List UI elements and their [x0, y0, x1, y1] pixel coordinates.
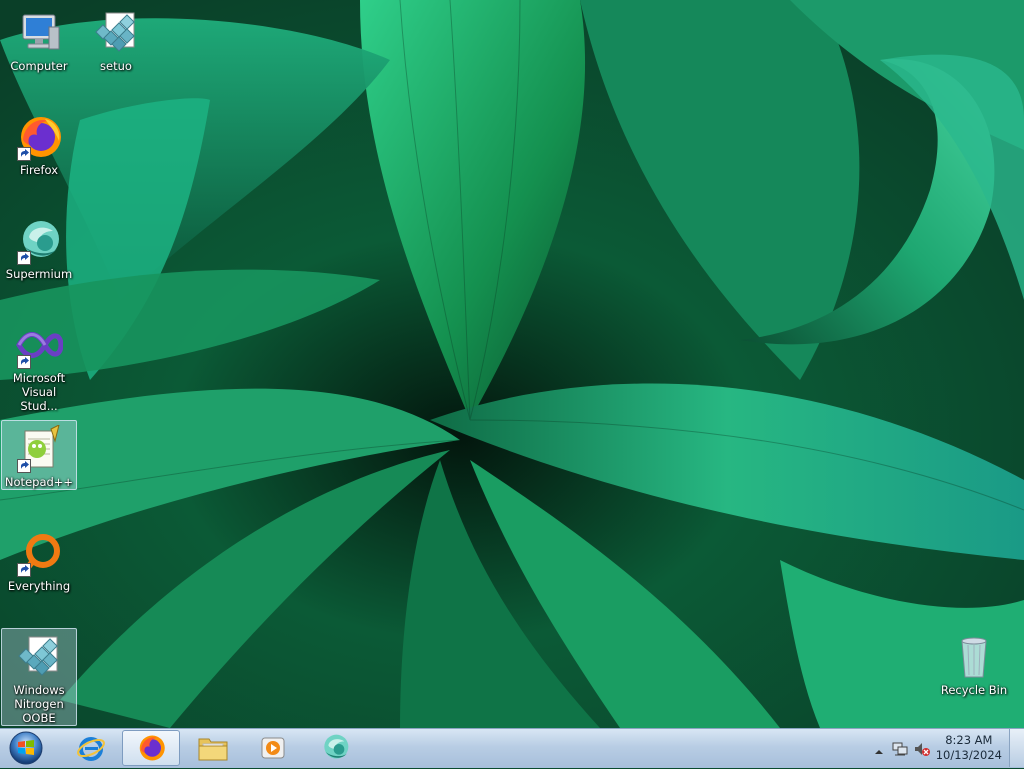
desktop-icon-label: Windows Nitrogen OOBE	[13, 683, 65, 725]
desktop-icon-notepadpp[interactable]: Notepad++	[1, 420, 77, 490]
desktop-icon-label: Computer	[10, 59, 68, 73]
desktop-icon-label: Supermium	[5, 267, 73, 281]
volume-muted-icon[interactable]	[914, 741, 930, 761]
taskbar: 8:23 AM 10/13/2024	[0, 728, 1024, 768]
desktop-wallpaper	[0, 0, 1024, 728]
desktop-icon-label: Microsoft Visual Stud...	[12, 371, 66, 413]
system-tray: 8:23 AM 10/13/2024	[864, 729, 1024, 769]
supermium-icon	[324, 734, 349, 759]
network-icon[interactable]	[892, 741, 908, 761]
taskbar-windows-media-player[interactable]	[244, 730, 302, 766]
visual-studio-icon	[15, 321, 64, 369]
media-player-icon	[261, 737, 285, 759]
desktop-icon-windows-nitrogen-oobe[interactable]: Windows Nitrogen OOBE	[1, 628, 77, 726]
clock-time: 8:23 AM	[945, 733, 993, 747]
clock-date: 10/13/2024	[935, 748, 1002, 762]
taskbar-supermium[interactable]	[306, 730, 364, 766]
firefox-icon	[139, 735, 165, 761]
shortcut-arrow-icon	[17, 459, 31, 473]
firefox-icon	[15, 113, 63, 161]
desktop-icon-label: Notepad++	[4, 475, 74, 489]
show-desktop-button[interactable]	[1009, 729, 1024, 767]
shortcut-arrow-icon	[17, 251, 31, 265]
desktop-icon-label: Firefox	[19, 163, 59, 177]
desktop-icon-supermium[interactable]: Supermium	[1, 212, 77, 282]
taskbar-windows-explorer[interactable]	[184, 730, 242, 766]
desktop-icon-computer[interactable]: Computer	[1, 4, 77, 74]
supermium-icon	[15, 217, 63, 265]
shortcut-arrow-icon	[17, 563, 31, 577]
taskbar-internet-explorer[interactable]	[62, 730, 120, 766]
notepadpp-icon	[15, 424, 63, 473]
folder-icon	[198, 738, 228, 761]
recycle-bin-icon	[950, 633, 998, 681]
show-hidden-icons-chevron[interactable]	[874, 742, 884, 761]
windows-start-orb-icon	[9, 731, 43, 765]
installer-icon	[92, 9, 140, 57]
desktop-icon-firefox[interactable]: Firefox	[1, 108, 77, 178]
desktop-icon-setuo[interactable]: setuo	[78, 4, 154, 74]
desktop-icon-label: setuo	[100, 59, 132, 73]
start-button[interactable]	[4, 730, 48, 766]
clock[interactable]: 8:23 AM 10/13/2024	[936, 733, 1002, 763]
desktop-icon-label: Everything	[7, 579, 71, 593]
taskbar-firefox[interactable]	[122, 730, 180, 766]
desktop-icon-everything[interactable]: Everything	[1, 524, 77, 594]
shortcut-arrow-icon	[17, 355, 31, 369]
everything-icon	[15, 529, 63, 577]
internet-explorer-icon	[77, 737, 105, 761]
desktop-icon-recycle-bin[interactable]: Recycle Bin	[936, 628, 1012, 698]
installer-icon	[15, 633, 63, 681]
computer-icon	[15, 9, 63, 57]
desktop-icon-visual-studio[interactable]: Microsoft Visual Stud...	[1, 316, 77, 414]
desktop-icon-label: Recycle Bin	[940, 683, 1008, 697]
shortcut-arrow-icon	[17, 147, 31, 161]
